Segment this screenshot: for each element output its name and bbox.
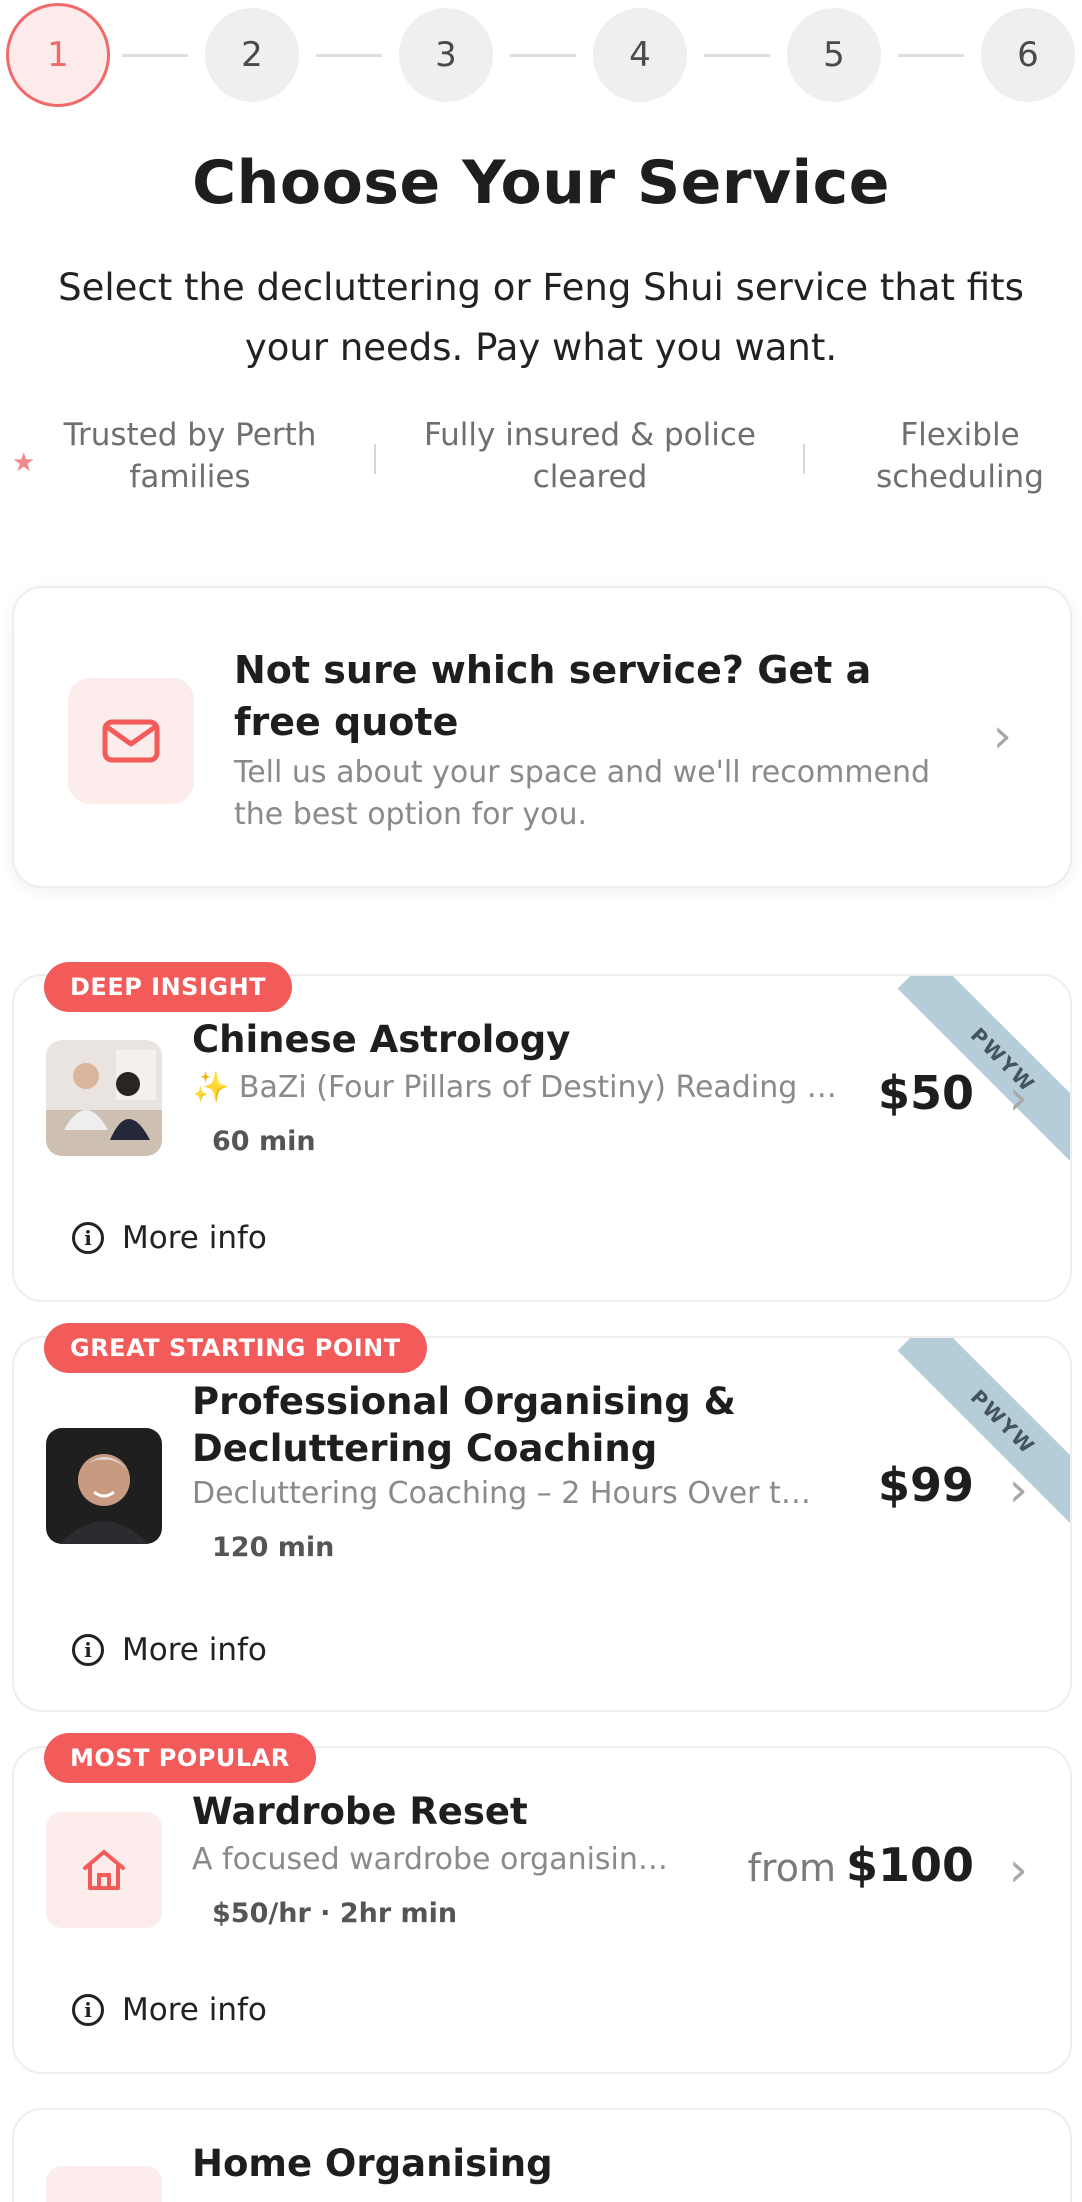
service-icon — [46, 2166, 162, 2202]
more-info-link[interactable]: i More info — [72, 1992, 267, 2028]
service-card-wardrobe-reset[interactable]: Wardrobe Reset A focused wardrobe organi… — [12, 1746, 1072, 2074]
info-icon: i — [72, 1222, 104, 1254]
divider — [803, 444, 805, 474]
chevron-right-icon: › — [1008, 1842, 1028, 1898]
service-price: $50 — [878, 1066, 974, 1120]
info-icon: i — [72, 1994, 104, 2026]
info-icon: i — [72, 1634, 104, 1666]
service-badge: DEEP INSIGHT — [44, 962, 293, 1012]
service-duration: $50/hr · 2hr min — [212, 1898, 458, 1929]
mail-icon — [68, 678, 194, 804]
price-value: $99 — [877, 1458, 974, 1512]
step-connector — [510, 54, 576, 57]
service-card-home-organising[interactable]: Home Organising — [12, 2108, 1072, 2202]
service-thumbnail — [46, 1040, 162, 1156]
step-connector — [316, 54, 382, 57]
step-6[interactable]: 6 — [981, 8, 1075, 102]
step-2[interactable]: 2 — [205, 8, 299, 102]
step-1[interactable]: 1 — [6, 3, 110, 107]
page-title: Choose Your Service — [192, 148, 890, 218]
chevron-right-icon: › — [1008, 1070, 1028, 1126]
step-connector — [704, 54, 770, 57]
step-5[interactable]: 5 — [787, 8, 881, 102]
divider — [374, 444, 376, 474]
service-description: ✨ BaZi (Four Pillars of Destiny) Reading… — [192, 1070, 842, 1105]
progress-stepper: 1 2 3 4 5 6 — [6, 3, 1075, 108]
service-duration: 60 min — [212, 1126, 316, 1157]
service-title: Professional Organising & Decluttering C… — [192, 1380, 736, 1470]
service-badge: MOST POPULAR — [44, 1733, 316, 1783]
trust-item-insured: Fully insured & police cleared — [424, 417, 756, 495]
service-description: Decluttering Coaching – 2 Hours Over the… — [192, 1476, 812, 1511]
service-price: from $100 — [748, 1838, 974, 1892]
more-info-link[interactable]: i More info — [72, 1220, 267, 1256]
chevron-right-icon: › — [992, 708, 1012, 764]
service-price: $99 — [878, 1458, 974, 1512]
free-quote-card[interactable]: Not sure which service? Get a free quote… — [12, 586, 1072, 888]
home-icon — [46, 1812, 162, 1928]
quote-description: Tell us about your space and we'll recom… — [234, 755, 931, 832]
service-title: Home Organising — [192, 2142, 553, 2185]
service-card-chinese-astrology[interactable]: PWYW Chinese Astrology ✨ BaZi (Four Pill… — [12, 974, 1072, 1302]
price-value: $50 — [877, 1066, 974, 1120]
page-subtitle: Select the decluttering or Feng Shui ser… — [58, 266, 1024, 369]
step-connector — [122, 54, 188, 57]
service-title: Chinese Astrology — [192, 1018, 571, 1061]
star-icon: ★ — [12, 448, 36, 478]
step-3[interactable]: 3 — [399, 8, 493, 102]
trust-item-scheduling: Flexible scheduling — [876, 417, 1044, 495]
step-connector — [898, 54, 964, 57]
service-badge: GREAT STARTING POINT — [44, 1323, 427, 1373]
more-info-link[interactable]: i More info — [72, 1632, 267, 1668]
service-thumbnail — [46, 1428, 162, 1544]
service-description: A focused wardrobe organising... — [192, 1842, 682, 1877]
service-title: Wardrobe Reset — [192, 1790, 528, 1833]
step-4[interactable]: 4 — [593, 8, 687, 102]
trust-row: ★ Trusted by Perth families Fully insure… — [0, 414, 1082, 504]
price-value: $100 — [845, 1838, 974, 1892]
service-duration: 120 min — [212, 1532, 335, 1563]
quote-title: Not sure which service? Get a free quote — [234, 648, 872, 744]
service-card-decluttering-coaching[interactable]: PWYW Professional Organising & Declutter… — [12, 1336, 1072, 1712]
chevron-right-icon: › — [1008, 1462, 1028, 1518]
trust-item-families: Trusted by Perth families — [63, 417, 317, 495]
price-prefix: from — [747, 1846, 836, 1890]
